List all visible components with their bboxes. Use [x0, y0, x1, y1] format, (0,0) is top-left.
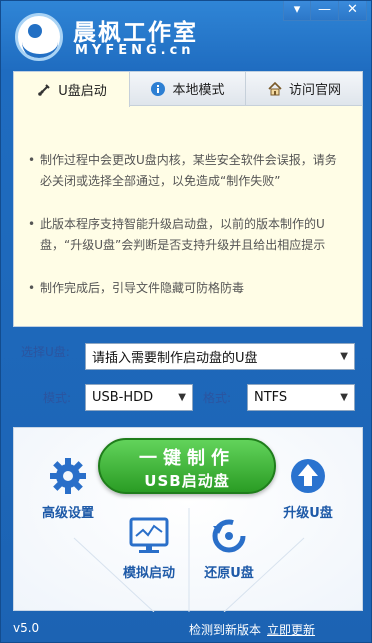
restore-udisk-label: 还原U盘: [204, 566, 254, 581]
upgrade-udisk-label: 升级U盘: [283, 506, 333, 521]
advanced-settings-label: 高级设置: [41, 506, 94, 521]
close-button[interactable]: ✕: [339, 1, 367, 21]
settings-form: 选择U盘: 请插入需要制作启动盘的U盘 ▼ 模式: USB-HDD ▼ 格式: …: [13, 331, 363, 421]
update-notice: 检测到新版本 立即更新: [189, 621, 315, 638]
format-select-value: NTFS: [254, 390, 288, 405]
tab-label: 访问官网: [288, 83, 341, 98]
chevron-down-icon: ▼: [178, 392, 186, 403]
usb-icon: [36, 82, 52, 98]
upgrade-arrow-icon: [291, 459, 325, 493]
brand-name: 晨枫工作室: [73, 20, 198, 46]
minimize-button[interactable]: —: [311, 1, 339, 21]
tab-label: 本地模式: [172, 83, 225, 98]
update-text: 检测到新版本: [189, 623, 262, 637]
chevron-down-icon: ▼: [340, 351, 348, 362]
tab-official-site[interactable]: 访问官网: [246, 72, 362, 105]
one-click-make-button[interactable]: 一键制作 USB启动盘: [98, 438, 276, 494]
format-select[interactable]: NTFS ▼: [247, 384, 355, 411]
tab-label: U盘启动: [58, 84, 107, 99]
note-item: • 制作完成后，引导文件隐藏可防格防毒: [28, 281, 245, 295]
mode-select-value: USB-HDD: [92, 390, 154, 405]
info-icon: [150, 81, 166, 97]
window-controls: ▾ — ✕: [283, 1, 367, 21]
udisk-select[interactable]: 请插入需要制作启动盘的U盘 ▼: [85, 343, 355, 370]
upgrade-udisk-button[interactable]: 升级U盘: [272, 456, 344, 521]
udisk-select-value: 请插入需要制作启动盘的U盘: [92, 351, 258, 366]
simulate-boot-label: 模拟启动: [122, 566, 175, 581]
home-icon: [267, 81, 283, 97]
menu-dropdown-button[interactable]: ▾: [283, 1, 311, 21]
note-item: • 制作过程中会更改U盘内核，某些安全软件会误报，请务必关闭或选择全部通过，以免造…: [28, 153, 337, 188]
info-panel: U盘启动 本地模式 访问官网 • 制作过程中会更改U盘内核，某些安全软件会误报，请…: [13, 71, 363, 327]
udisk-label: 选择U盘:: [21, 345, 70, 359]
mode-label: 模式:: [43, 391, 72, 405]
simulate-boot-button[interactable]: 模拟启动: [114, 516, 184, 581]
monitor-icon: [129, 517, 169, 553]
tab-local-mode[interactable]: 本地模式: [130, 72, 246, 105]
tab-usb-boot[interactable]: U盘启动: [14, 72, 130, 107]
restore-icon: [212, 519, 246, 553]
make-button-line2: USB启动盘: [144, 472, 230, 490]
restore-udisk-button[interactable]: 还原U盘: [194, 516, 264, 581]
brand-url: MYFENG.cn: [75, 43, 195, 58]
note-item: • 此版本程序支持智能升级启动盘，以前的版本制作的U盘，“升级U盘”会判断是否支持…: [28, 217, 326, 252]
notes-list: • 制作过程中会更改U盘内核，某些安全软件会误报，请务必关闭或选择全部通过，以免造…: [14, 106, 362, 299]
gear-icon: [50, 458, 86, 494]
format-label: 格式:: [203, 391, 232, 405]
make-button-line1: 一键制作: [139, 448, 235, 469]
chevron-down-icon: ▼: [340, 392, 348, 403]
logo-icon: [15, 13, 63, 61]
status-bar: v5.0 检测到新版本 立即更新: [1, 613, 371, 642]
update-now-link[interactable]: 立即更新: [267, 623, 315, 637]
mode-select[interactable]: USB-HDD ▼: [85, 384, 193, 411]
advanced-settings-button[interactable]: 高级设置: [32, 456, 104, 521]
action-area: 一键制作 USB启动盘 高级设置 升级U盘 模拟启动 还原U盘: [13, 427, 363, 612]
version-text: v5.0: [13, 621, 40, 635]
app-window: 晨枫工作室 MYFENG.cn ▾ — ✕ U盘启动 本地模式 访问官网 • 制…: [0, 0, 372, 643]
tab-bar: U盘启动 本地模式 访问官网: [14, 72, 362, 107]
